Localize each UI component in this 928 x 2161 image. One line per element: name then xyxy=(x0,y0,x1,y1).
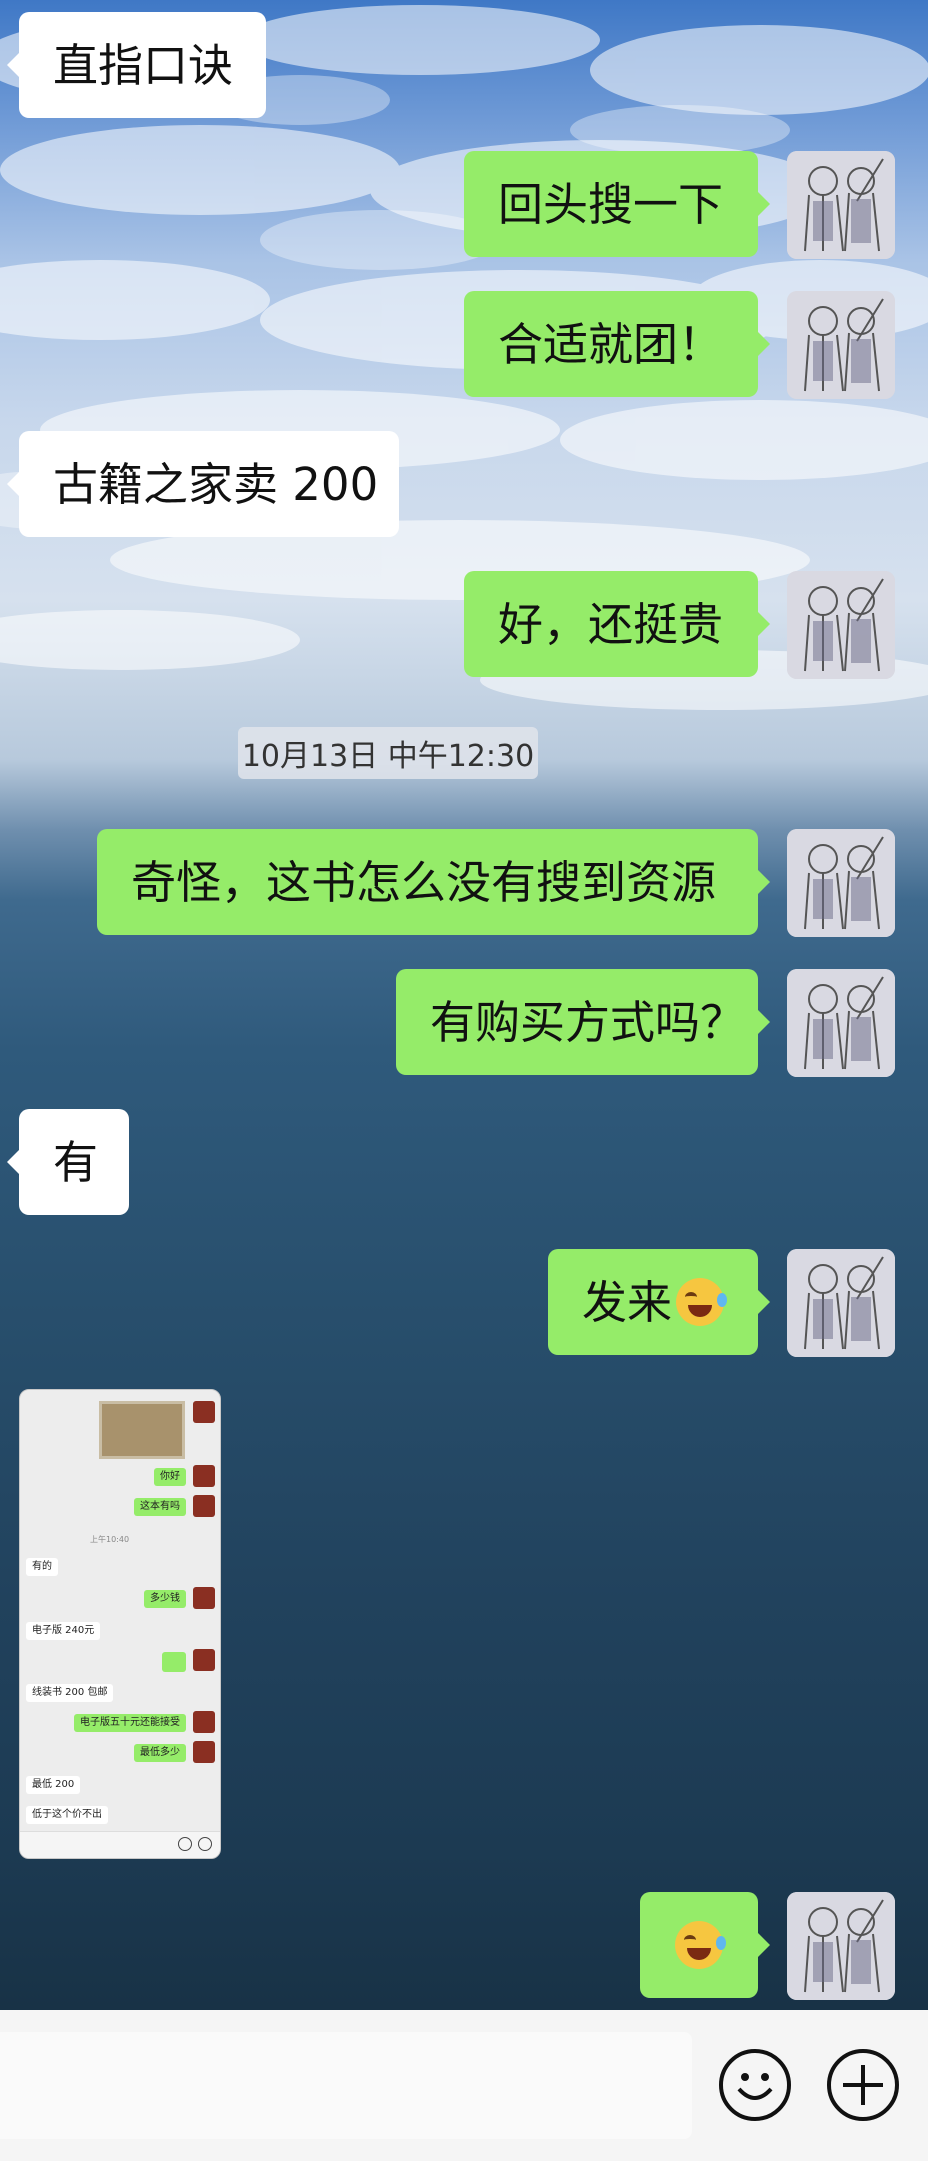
avatar[interactable] xyxy=(787,151,895,259)
avatar[interactable] xyxy=(787,1249,895,1357)
avatar xyxy=(193,1587,215,1609)
message-text: 直指口诀 xyxy=(53,38,234,92)
message-bubble-outgoing[interactable]: 有购买方式吗？ xyxy=(396,969,770,1075)
message-bubble-outgoing[interactable] xyxy=(640,1892,770,1998)
mini-message: 线装书 200 包邮 xyxy=(26,1684,114,1702)
mini-message: 这本有吗 xyxy=(134,1498,186,1516)
message-text: 好，还挺贵 xyxy=(498,597,724,651)
message-bubble-incoming[interactable]: 古籍之家卖 200 xyxy=(7,431,399,537)
avatar xyxy=(193,1401,215,1423)
book-photo xyxy=(99,1401,185,1459)
message-text: 合适就团！ xyxy=(498,317,724,371)
mini-message: 有的 xyxy=(26,1558,58,1576)
avatar xyxy=(193,1741,215,1763)
mini-timestamp: 上午10:40 xyxy=(90,1535,130,1544)
avatar xyxy=(193,1495,215,1517)
facepalm-laugh-emoji-icon xyxy=(676,1278,727,1326)
mini-message: 电子版五十元还能接受 xyxy=(74,1714,186,1732)
avatar xyxy=(193,1465,215,1487)
mini-message: 多少钱 xyxy=(144,1590,186,1608)
message-bubble-outgoing[interactable]: 回头搜一下 xyxy=(464,151,770,257)
message-input-bar xyxy=(0,2010,928,2161)
message-bubble-incoming[interactable]: 有 xyxy=(7,1109,129,1215)
plus-icon[interactable] xyxy=(827,2049,899,2121)
message-input[interactable] xyxy=(0,2032,692,2139)
message-text: 有 xyxy=(53,1135,99,1189)
avatar[interactable] xyxy=(787,571,895,679)
mini-message: 电子版 240元 xyxy=(26,1622,101,1640)
smiley-icon[interactable] xyxy=(719,2049,791,2121)
message-text: 有购买方式吗？ xyxy=(430,995,746,1049)
message-bubble-outgoing[interactable]: 好，还挺贵 xyxy=(464,571,770,677)
message-text: 发来 xyxy=(582,1275,673,1329)
chat-timestamp: 10月13日 中午12:30 xyxy=(238,727,538,779)
smiley-icon xyxy=(178,1837,192,1851)
message-bubble-outgoing[interactable]: 合适就团！ xyxy=(464,291,770,397)
cloud-background xyxy=(0,5,928,710)
message-bubble-outgoing[interactable]: 发来 xyxy=(548,1249,770,1355)
facepalm-laugh-emoji-icon xyxy=(162,1652,186,1672)
message-text: 古籍之家卖 200 xyxy=(53,457,379,511)
mini-message: 最低多少 xyxy=(134,1744,186,1762)
avatar xyxy=(193,1649,215,1671)
image-message[interactable]: 你好 这本有吗 上午10:40 有的 多少钱 电子版 240元 线装书 200 … xyxy=(19,1389,221,1859)
message-text: 回头搜一下 xyxy=(498,177,724,231)
mini-message: 低于这个价不出 xyxy=(26,1806,108,1824)
avatar[interactable] xyxy=(787,1892,895,2000)
facepalm-laugh-emoji-icon xyxy=(675,1921,726,1969)
mini-message: 最低 200 xyxy=(26,1776,81,1794)
avatar[interactable] xyxy=(787,969,895,1077)
message-bubble-outgoing[interactable]: 奇怪，这书怎么没有搜到资源 xyxy=(97,829,770,935)
message-bubble-incoming[interactable]: 直指口诀 xyxy=(7,12,266,118)
message-text: 奇怪，这书怎么没有搜到资源 xyxy=(131,855,717,909)
plus-icon xyxy=(198,1837,212,1851)
mini-input-bar xyxy=(20,1831,220,1858)
avatar[interactable] xyxy=(787,829,895,937)
avatar[interactable] xyxy=(787,291,895,399)
avatar xyxy=(193,1711,215,1733)
mini-message: 你好 xyxy=(154,1468,186,1486)
